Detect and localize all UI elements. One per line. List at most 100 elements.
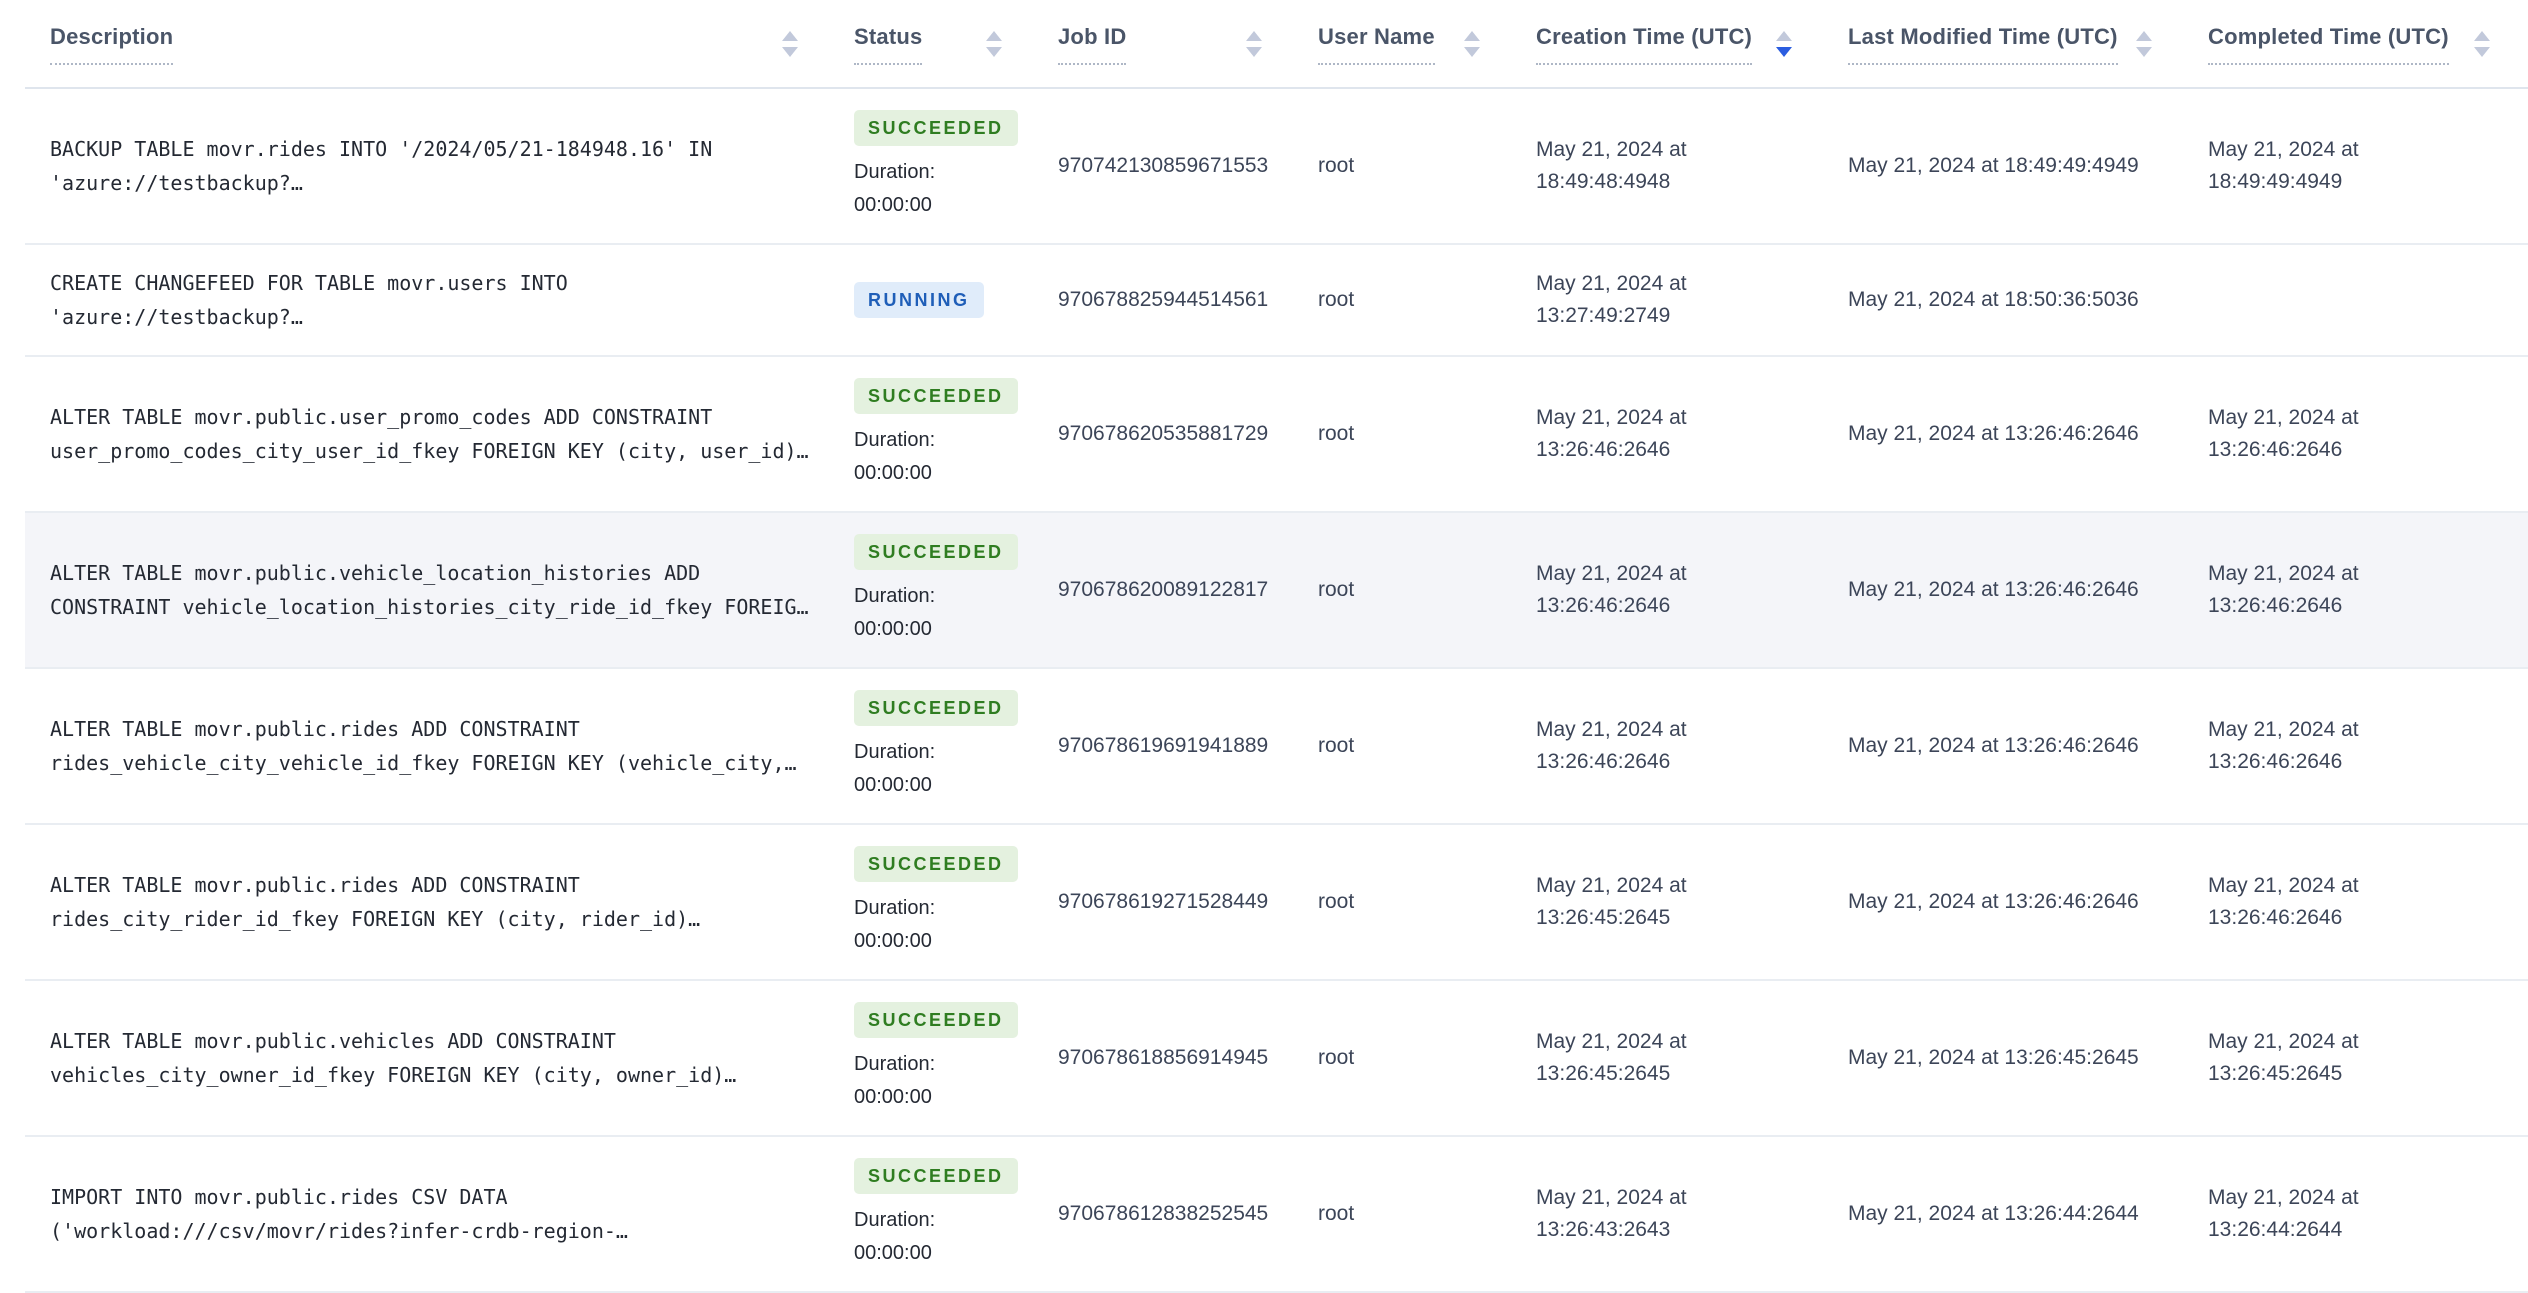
status-cell: SUCCEEDED Duration: 00:00:00 (836, 668, 1040, 825)
sort-arrows-icon[interactable] (782, 31, 798, 57)
column-header-completed-time[interactable]: Completed Time (UTC) (2190, 0, 2528, 89)
completed-time-cell: May 21, 2024 at 18:49:49:4949 (2190, 88, 2528, 245)
job-row[interactable]: BACKUP TABLE movr.rides INTO '/2024/05/2… (25, 88, 2528, 245)
status-cell: SUCCEEDED Duration: 00:00:00 (836, 356, 1040, 513)
column-header-user-name[interactable]: User Name (1300, 0, 1518, 89)
status-cell: SUCCEEDED Duration: 00:00:00 (836, 88, 1040, 245)
job-id-cell: 970678618856914945 (1040, 980, 1300, 1137)
status-cell: RUNNING (836, 244, 1040, 357)
creation-time-cell: May 21, 2024 at 18:49:48:4948 (1518, 88, 1830, 245)
job-description-line1: ALTER TABLE movr.public.user_promo_codes… (50, 405, 713, 429)
creation-time-cell: May 21, 2024 at 13:26:45:2645 (1518, 824, 1830, 981)
duration-label: Duration: (854, 1209, 936, 1231)
job-description-line2: 'azure://testbackup?… (50, 171, 303, 195)
duration-value: 00:00:00 (854, 462, 932, 484)
job-row[interactable]: IMPORT INTO movr.public.rides CSV DATA (… (25, 1136, 2528, 1293)
sort-arrows-icon[interactable] (1464, 31, 1480, 57)
column-label-status: Status (854, 24, 923, 65)
job-description-line2: rides_vehicle_city_vehicle_id_fkey FOREI… (50, 751, 797, 775)
description-cell[interactable]: ALTER TABLE movr.public.rides ADD CONSTR… (25, 668, 836, 825)
completed-time-cell: May 21, 2024 at 13:26:46:2646 (2190, 356, 2528, 513)
description-cell[interactable]: ALTER TABLE movr.public.vehicles ADD CON… (25, 980, 836, 1137)
duration-label: Duration: (854, 1053, 936, 1075)
user-name: root (1318, 422, 1355, 445)
completed-date: May 21, 2024 at (2208, 718, 2359, 741)
completed-time: 13:26:44:2644 (2208, 1218, 2343, 1241)
completed-date: May 21, 2024 at (2208, 562, 2359, 585)
creation-time-cell: May 21, 2024 at 13:26:43:2643 (1518, 1136, 1830, 1293)
job-id: 970678618856914945 (1058, 1046, 1269, 1069)
column-header-creation-time[interactable]: Creation Time (UTC) (1518, 0, 1830, 89)
sort-arrows-icon[interactable] (2474, 31, 2490, 57)
job-description-line1: ALTER TABLE movr.public.rides ADD CONSTR… (50, 717, 580, 741)
user-name-cell: root (1300, 244, 1518, 357)
description-cell[interactable]: IMPORT INTO movr.public.rides CSV DATA (… (25, 1136, 836, 1293)
job-row[interactable]: ALTER TABLE movr.public.vehicles ADD CON… (25, 980, 2528, 1137)
creation-time: 13:26:46:2646 (1536, 594, 1671, 617)
sort-arrows-icon[interactable] (986, 31, 1002, 57)
job-row[interactable]: ALTER TABLE movr.public.user_promo_codes… (25, 356, 2528, 513)
status-badge: SUCCEEDED (854, 690, 1018, 726)
sort-arrows-icon[interactable] (2136, 31, 2152, 57)
user-name-cell: root (1300, 980, 1518, 1137)
job-id-cell: 970678619271528449 (1040, 824, 1300, 981)
job-row[interactable]: ALTER TABLE movr.public.rides ADD CONSTR… (25, 824, 2528, 981)
user-name-cell: root (1300, 668, 1518, 825)
creation-date: May 21, 2024 at (1536, 874, 1687, 897)
creation-time-cell: May 21, 2024 at 13:26:46:2646 (1518, 512, 1830, 669)
description-cell[interactable]: BACKUP TABLE movr.rides INTO '/2024/05/2… (25, 88, 836, 245)
duration-value: 00:00:00 (854, 618, 932, 640)
description-cell[interactable]: ALTER TABLE movr.public.vehicle_location… (25, 512, 836, 669)
column-header-status[interactable]: Status (836, 0, 1040, 89)
duration-label: Duration: (854, 741, 936, 763)
column-header-description[interactable]: Description (25, 0, 836, 89)
last-modified-time: May 21, 2024 at 13:26:44:2644 (1848, 1202, 2139, 1225)
last-modified-time: May 21, 2024 at 18:50:36:5036 (1848, 288, 2139, 311)
column-label-description: Description (50, 24, 174, 65)
column-header-job-id[interactable]: Job ID (1040, 0, 1300, 89)
user-name: root (1318, 1046, 1355, 1069)
job-description-line1: ALTER TABLE movr.public.vehicles ADD CON… (50, 1029, 616, 1053)
user-name: root (1318, 1202, 1355, 1225)
creation-date: May 21, 2024 at (1536, 718, 1687, 741)
jobs-table: Description Status Job ID User Name Crea… (25, 0, 2528, 1293)
description-cell[interactable]: CREATE CHANGEFEED FOR TABLE movr.users I… (25, 244, 836, 357)
description-cell[interactable]: ALTER TABLE movr.public.user_promo_codes… (25, 356, 836, 513)
status-cell: SUCCEEDED Duration: 00:00:00 (836, 512, 1040, 669)
last-modified-time-cell: May 21, 2024 at 18:49:49:4949 (1830, 88, 2190, 245)
sort-arrows-icon[interactable] (1776, 31, 1792, 57)
job-id-cell: 970678619691941889 (1040, 668, 1300, 825)
job-id: 970678612838252545 (1058, 1202, 1269, 1225)
sort-arrows-icon[interactable] (1246, 31, 1262, 57)
job-row[interactable]: CREATE CHANGEFEED FOR TABLE movr.users I… (25, 244, 2528, 357)
completed-date: May 21, 2024 at (2208, 138, 2359, 161)
creation-time: 18:49:48:4948 (1536, 170, 1671, 193)
job-description-line1: CREATE CHANGEFEED FOR TABLE movr.users I… (50, 271, 568, 295)
last-modified-time: May 21, 2024 at 18:49:49:4949 (1848, 154, 2139, 177)
column-label-completed-time: Completed Time (UTC) (2208, 24, 2449, 65)
completed-time-cell (2190, 244, 2528, 357)
header-row: Description Status Job ID User Name Crea… (25, 0, 2528, 89)
user-name: root (1318, 288, 1355, 311)
status-badge: SUCCEEDED (854, 1002, 1018, 1038)
job-id: 970678619691941889 (1058, 734, 1269, 757)
creation-time: 13:26:46:2646 (1536, 438, 1671, 461)
job-id-cell: 970678620089122817 (1040, 512, 1300, 669)
creation-date: May 21, 2024 at (1536, 272, 1687, 295)
last-modified-time: May 21, 2024 at 13:26:46:2646 (1848, 422, 2139, 445)
creation-time: 13:26:45:2645 (1536, 1062, 1671, 1085)
job-row[interactable]: ALTER TABLE movr.public.rides ADD CONSTR… (25, 668, 2528, 825)
job-id: 970678619271528449 (1058, 890, 1269, 913)
column-header-last-modified-time[interactable]: Last Modified Time (UTC) (1830, 0, 2190, 89)
creation-time: 13:26:43:2643 (1536, 1218, 1671, 1241)
duration-value: 00:00:00 (854, 194, 932, 216)
job-description-line1: ALTER TABLE movr.public.rides ADD CONSTR… (50, 873, 580, 897)
column-label-job-id: Job ID (1058, 24, 1127, 65)
job-description-line1: ALTER TABLE movr.public.vehicle_location… (50, 561, 701, 585)
job-row[interactable]: ALTER TABLE movr.public.vehicle_location… (25, 512, 2528, 669)
job-id: 970678825944514561 (1058, 288, 1269, 311)
user-name: root (1318, 734, 1355, 757)
completed-time: 13:26:46:2646 (2208, 438, 2343, 461)
description-cell[interactable]: ALTER TABLE movr.public.rides ADD CONSTR… (25, 824, 836, 981)
job-id-cell: 970678825944514561 (1040, 244, 1300, 357)
